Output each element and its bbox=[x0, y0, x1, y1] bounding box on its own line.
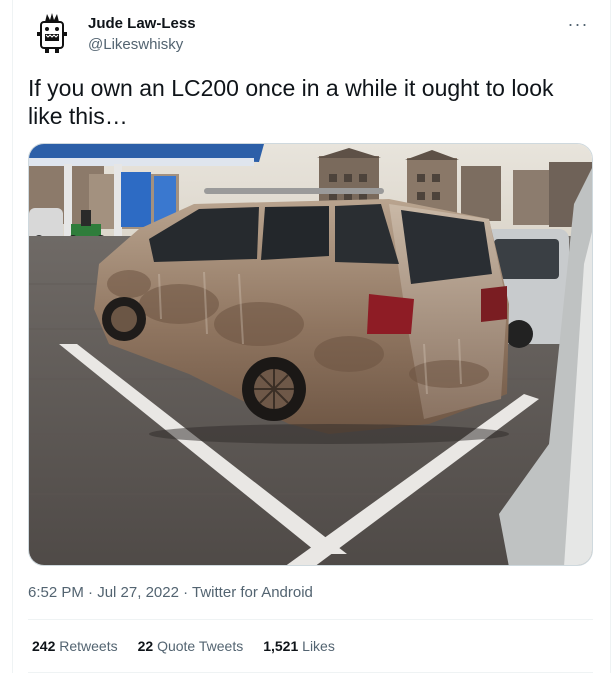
likes-count: 1,521 bbox=[263, 638, 299, 654]
meta-separator: · bbox=[178, 584, 193, 601]
quotes-count: 22 bbox=[137, 638, 154, 654]
retweets-count: 242 bbox=[32, 638, 56, 654]
likes-label: Likes bbox=[302, 638, 335, 654]
tweet-header: Jude Law-Less @Likeswhisky ··· bbox=[28, 10, 598, 60]
tweet-source[interactable]: Twitter for Android bbox=[192, 584, 313, 601]
divider bbox=[28, 619, 593, 620]
tweet-stats: 242 Retweets 22 Quote Tweets 1,521 Likes bbox=[32, 638, 335, 654]
retweets-stat[interactable]: 242 Retweets bbox=[32, 638, 118, 654]
quote-tweets-stat[interactable]: 22 Quote Tweets bbox=[138, 638, 244, 654]
avatar-cartoon-icon bbox=[28, 10, 76, 58]
display-name[interactable]: Jude Law-Less bbox=[88, 15, 196, 32]
photo-muddy-suv bbox=[29, 144, 592, 565]
more-options-button[interactable]: ··· bbox=[566, 12, 590, 36]
avatar[interactable] bbox=[28, 10, 76, 58]
user-handle[interactable]: @Likeswhisky bbox=[88, 36, 183, 53]
likes-stat[interactable]: 1,521 Likes bbox=[263, 638, 335, 654]
tweet-time[interactable]: 6:52 PM bbox=[28, 584, 84, 601]
tweet-date[interactable]: Jul 27, 2022 bbox=[97, 584, 179, 601]
meta-separator: · bbox=[83, 584, 98, 601]
retweets-label: Retweets bbox=[59, 638, 118, 654]
tweet-text: If you own an LC200 once in a while it o… bbox=[28, 75, 554, 129]
quotes-label: Quote Tweets bbox=[157, 638, 244, 654]
more-horizontal-icon: ··· bbox=[567, 13, 589, 34]
tweet-meta: 6:52 PM · Jul 27, 2022 · Twitter for And… bbox=[28, 584, 313, 601]
tweet-photo[interactable] bbox=[28, 143, 593, 566]
